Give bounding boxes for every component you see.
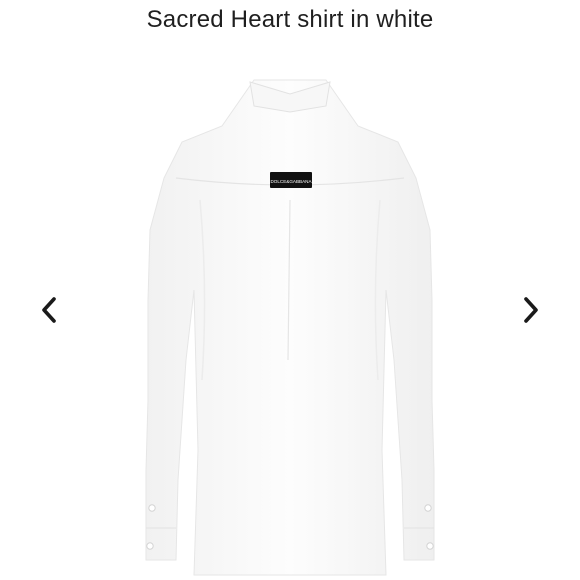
- brand-label-text: DOLCE&GABBANA: [270, 179, 312, 184]
- chevron-right-icon: [524, 297, 538, 323]
- product-page: Sacred Heart shirt in white DOLCE&GABBAN…: [0, 0, 580, 580]
- product-title: Sacred Heart shirt in white: [146, 6, 434, 33]
- next-image-button[interactable]: [516, 292, 546, 328]
- white-shirt-image: DOLCE&GABBANA: [145, 79, 435, 576]
- product-image: DOLCE&GABBANA: [112, 60, 468, 580]
- chevron-left-icon: [42, 297, 56, 323]
- previous-image-button[interactable]: [34, 292, 64, 328]
- product-gallery: DOLCE&GABBANA: [0, 60, 580, 580]
